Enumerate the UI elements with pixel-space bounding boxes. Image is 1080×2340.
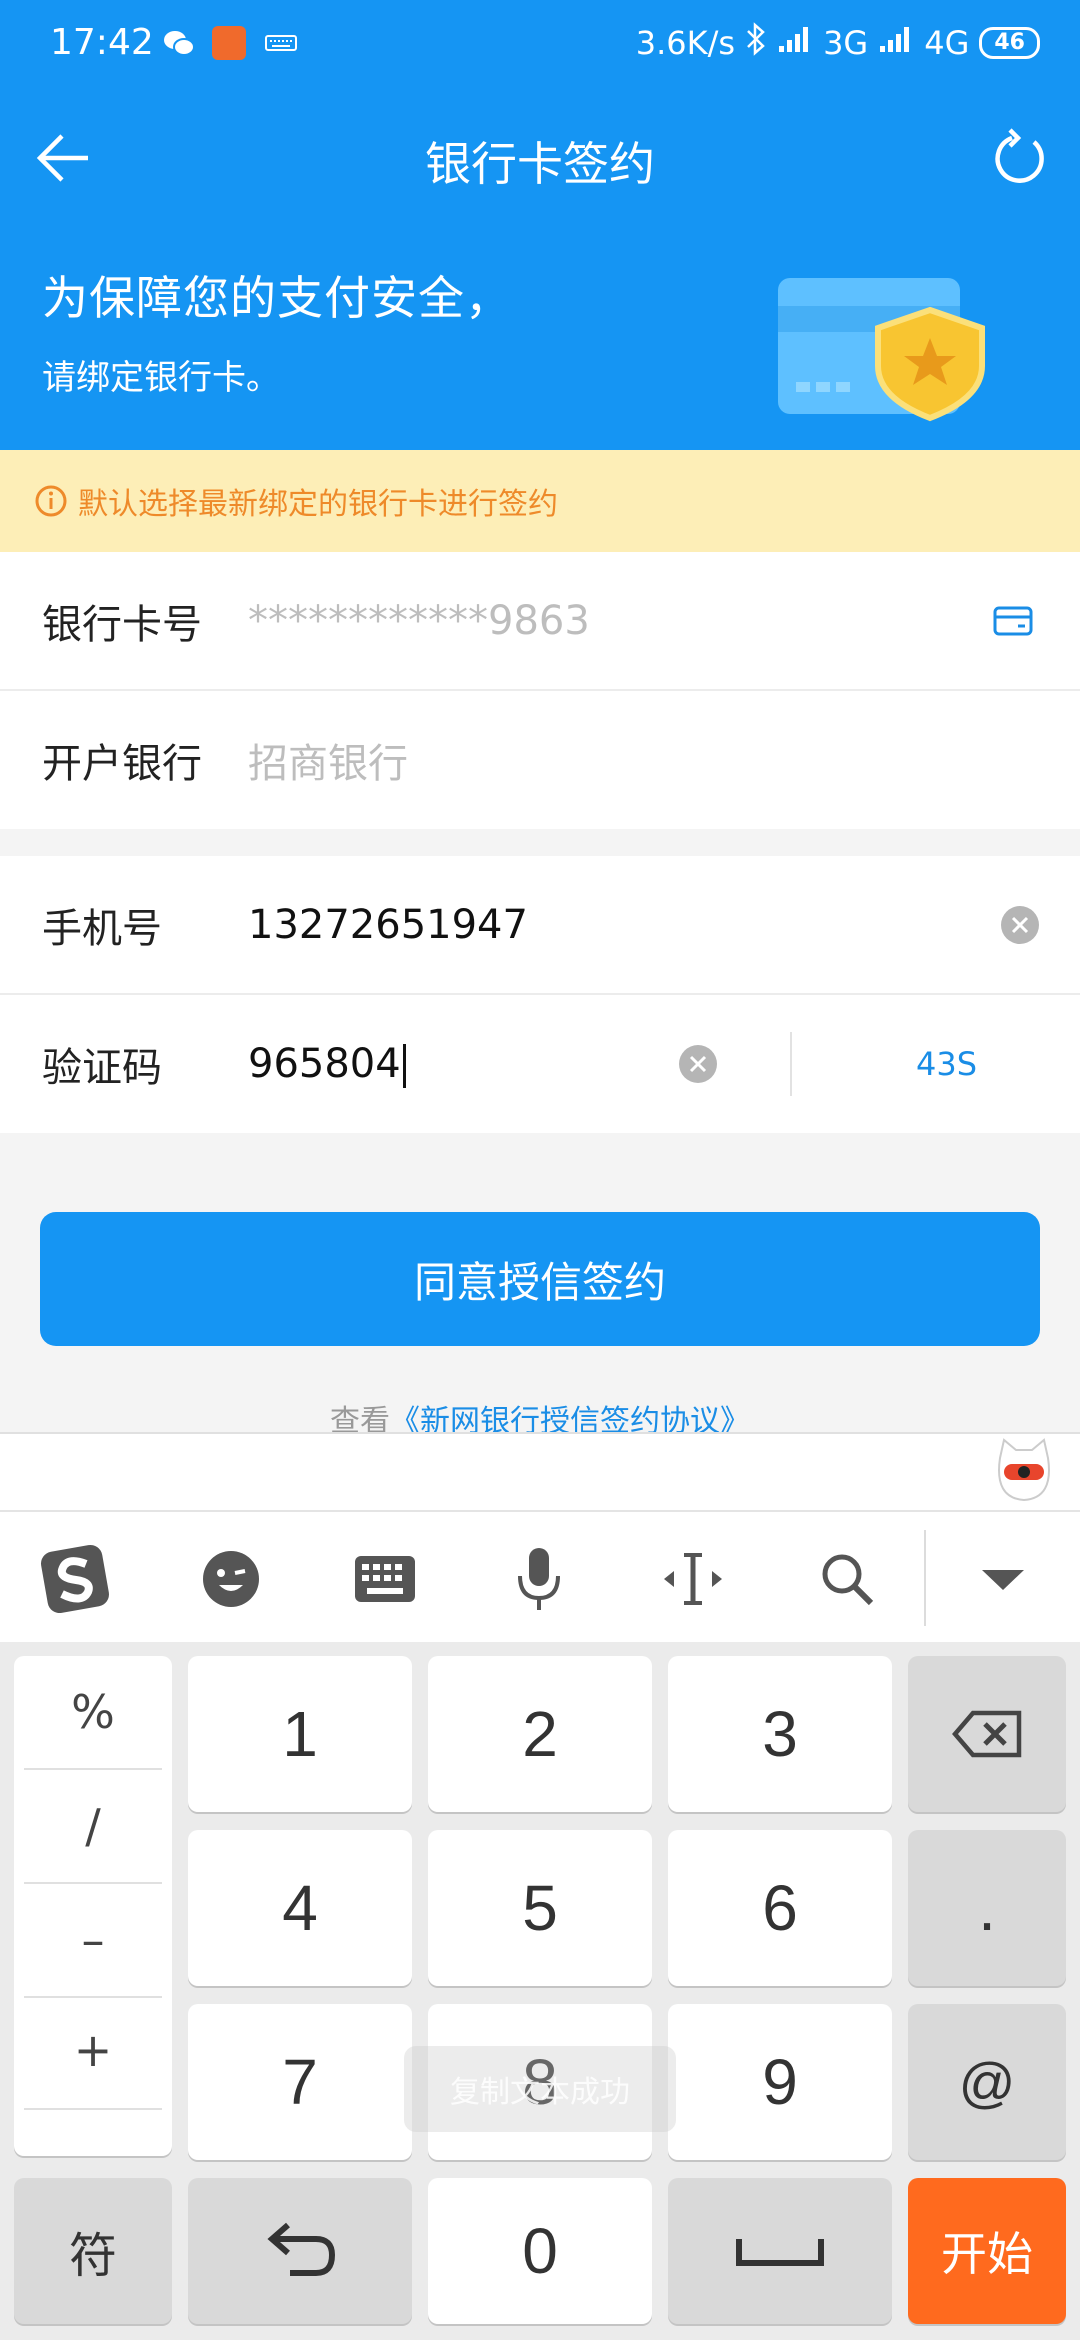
- resend-countdown[interactable]: 43S: [916, 1045, 977, 1083]
- backspace-icon: [952, 1710, 1022, 1758]
- agree-sign-button[interactable]: 同意授信签约: [40, 1212, 1040, 1346]
- divider: [790, 1032, 792, 1096]
- phone-row: 手机号 13272651947: [0, 856, 1080, 994]
- card-number-label: 银行卡号: [42, 602, 202, 648]
- keyboard-status-icon: [264, 26, 298, 60]
- space-key[interactable]: [668, 2178, 892, 2324]
- microphone-icon[interactable]: [502, 1542, 576, 1616]
- clear-phone-icon[interactable]: [1000, 905, 1040, 945]
- banner-subtitle: 请绑定银行卡。: [42, 358, 280, 398]
- agreement-text: 查看《新网银行授信签约协议》: [0, 1396, 1080, 1436]
- network-type-2: 4G: [924, 24, 970, 62]
- key-minus[interactable]: –: [24, 1884, 162, 1996]
- status-time: 17:42: [50, 22, 154, 63]
- bank-label: 开户银行: [42, 741, 202, 787]
- key-4[interactable]: 4: [188, 1830, 412, 1986]
- cursor-move-icon[interactable]: [656, 1542, 730, 1616]
- search-icon[interactable]: [810, 1542, 884, 1616]
- phone-label: 手机号: [42, 906, 162, 952]
- backspace-key[interactable]: [908, 1656, 1066, 1812]
- signal-hd-icon: [878, 24, 914, 62]
- network-speed: 3.6K/s: [635, 24, 736, 62]
- clear-code-icon[interactable]: [678, 1044, 718, 1084]
- key-2[interactable]: 2: [428, 1656, 652, 1812]
- key-dot[interactable]: .: [908, 1830, 1066, 1986]
- key-at[interactable]: @: [908, 2004, 1066, 2160]
- key-3[interactable]: 3: [668, 1656, 892, 1812]
- go-key[interactable]: 开始: [908, 2178, 1066, 2324]
- status-bar: 17:42 3.6K/s 3G 4G 46: [0, 0, 1080, 92]
- wechat-icon: [162, 26, 196, 60]
- status-right: 3.6K/s 3G 4G 46: [636, 22, 1040, 64]
- nav-bar: 银行卡签约: [0, 92, 1080, 228]
- toast-message: 复制文本成功: [404, 2046, 676, 2132]
- return-key[interactable]: [188, 2178, 412, 2324]
- code-row: 验证码 965804 43S: [0, 995, 1080, 1133]
- card-number-row: 银行卡号 ************9863: [0, 552, 1080, 690]
- code-label: 验证码: [42, 1045, 162, 1091]
- phone-input[interactable]: 13272651947: [248, 902, 528, 948]
- key-6[interactable]: 6: [668, 1830, 892, 1986]
- bank-value: 招商银行: [248, 741, 408, 787]
- collapse-keyboard-icon[interactable]: [966, 1542, 1040, 1616]
- key-9[interactable]: 9: [668, 2004, 892, 2160]
- info-icon: [34, 484, 68, 518]
- emoji-icon[interactable]: [194, 1542, 268, 1616]
- key-slash[interactable]: /: [24, 1770, 162, 1882]
- key-1[interactable]: 1: [188, 1656, 412, 1812]
- key-percent[interactable]: %: [24, 1656, 162, 1768]
- signal-icon: [777, 24, 813, 62]
- keyboard-candidate-bar: [0, 1432, 1080, 1510]
- page-title: 银行卡签约: [425, 137, 655, 191]
- bluetooth-icon: [745, 22, 767, 64]
- symbols-key[interactable]: 符: [14, 2178, 172, 2324]
- app-notification-icon: [212, 26, 246, 60]
- bank-row: 开户银行 招商银行: [0, 691, 1080, 829]
- battery-icon: 46: [979, 27, 1040, 59]
- network-type-1: 3G: [823, 24, 869, 62]
- refresh-icon[interactable]: [990, 128, 1050, 188]
- numeric-keyboard: % / – + 1 2 3 4 5 6 . 7 8 9 @ 符 0 开始: [0, 1642, 1080, 2340]
- divider: [24, 2108, 162, 2110]
- return-icon: [267, 2222, 336, 2276]
- banner-title: 为保障您的支付安全，: [42, 271, 512, 325]
- code-input[interactable]: 965804: [248, 1041, 406, 1088]
- sogou-logo-icon[interactable]: [38, 1542, 112, 1616]
- key-plus[interactable]: +: [24, 1994, 162, 2106]
- key-5[interactable]: 5: [428, 1830, 652, 1986]
- keyboard-icon[interactable]: [348, 1542, 422, 1616]
- space-icon: [736, 2239, 824, 2266]
- key-7[interactable]: 7: [188, 2004, 412, 2160]
- code-input-text: 965804: [248, 1040, 401, 1087]
- text-cursor: [402, 1043, 406, 1088]
- divider: [924, 1530, 926, 1626]
- mascot-icon[interactable]: [994, 1438, 1054, 1504]
- card-shield-illustration: [770, 270, 1030, 430]
- notice-text: 默认选择最新绑定的银行卡进行签约: [78, 487, 558, 522]
- credit-card-icon[interactable]: [992, 604, 1034, 638]
- card-number-value: ************9863: [248, 598, 590, 644]
- header-area: 17:42 3.6K/s 3G 4G 46 银行卡签约 为保障您的支付安全， 请…: [0, 0, 1080, 450]
- notice-bar: 默认选择最新绑定的银行卡进行签约: [0, 450, 1080, 552]
- keyboard-toolbar: [0, 1510, 1080, 1642]
- symbol-column: % / – +: [14, 1656, 172, 2156]
- key-0[interactable]: 0: [428, 2178, 652, 2324]
